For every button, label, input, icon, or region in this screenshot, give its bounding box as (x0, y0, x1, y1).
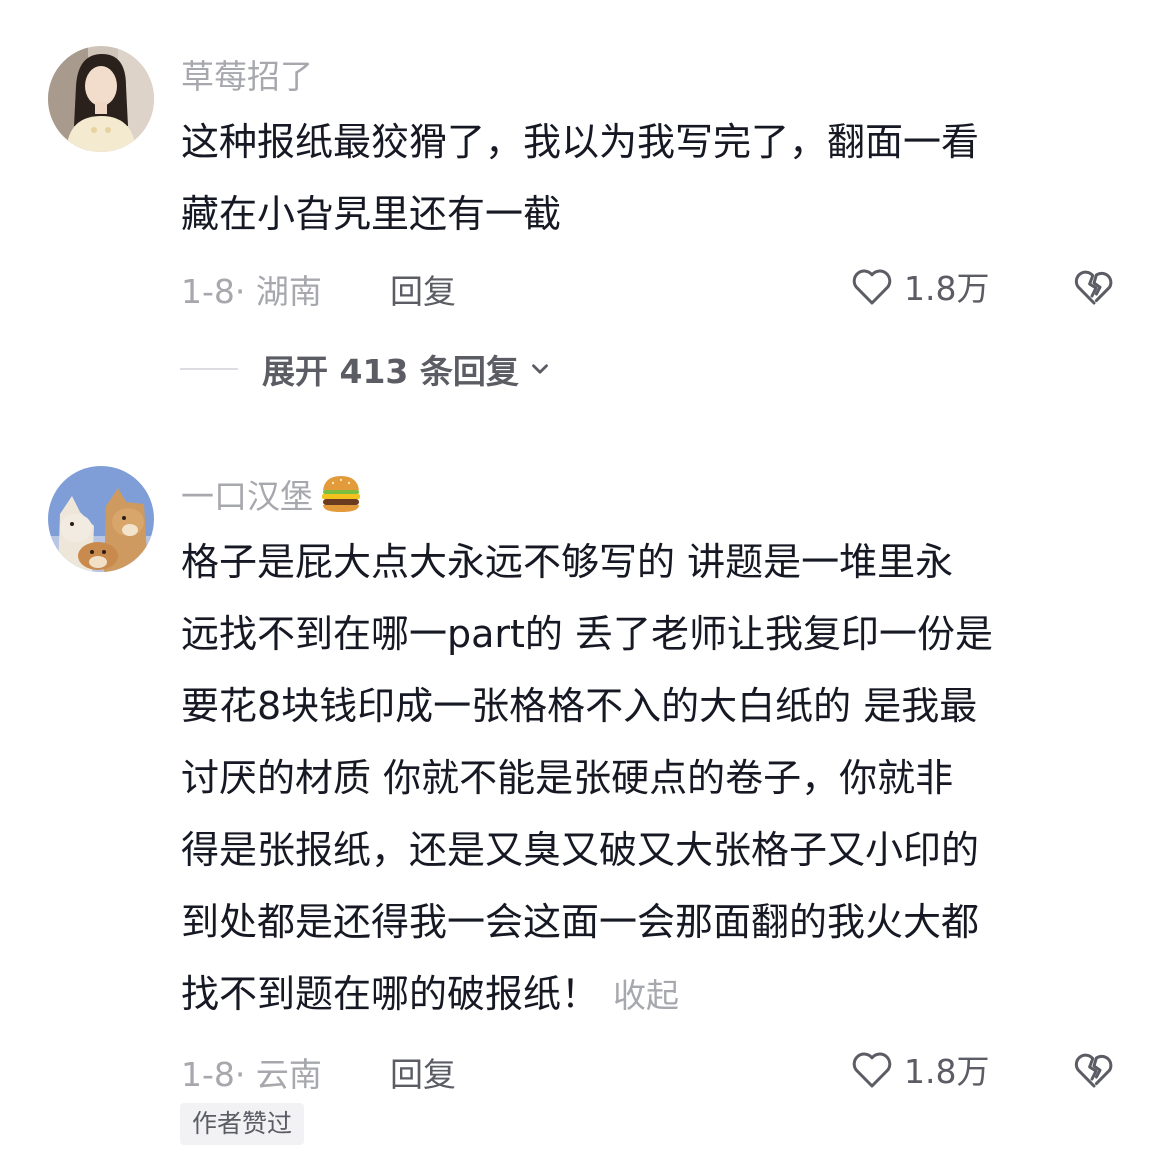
user-avatar[interactable] (48, 466, 154, 572)
chevron-down-icon (531, 364, 548, 374)
comment-text-line: 讨厌的材质 你就不能是张硬点的卷子，你就非 (181, 756, 954, 800)
heart-icon (852, 269, 892, 305)
comment-username-text: 一口汉堡 (181, 477, 313, 516)
comment-meta: 1-8· 湖南 回复 (181, 265, 456, 313)
comment-text-line-last: 找不到题在哪的破报纸！ 收起 (181, 958, 1121, 1030)
comment-date-location: 1-8· 云南 (181, 1055, 322, 1094)
user-avatar[interactable] (48, 46, 154, 152)
comment-text-line: 远找不到在哪一part的 丢了老师让我复印一份是 (181, 612, 994, 656)
expand-replies-label: 展开 413 条回复 (262, 352, 519, 391)
divider (180, 368, 238, 370)
reply-button[interactable]: 回复 (390, 265, 456, 313)
hamburger-emoji (319, 474, 363, 522)
avatar-image (48, 466, 154, 572)
comment-text-line: 这种报纸最狡猾了，我以为我写完了，翻面一看 (181, 120, 980, 164)
dislike-button[interactable] (1070, 262, 1118, 310)
heart-icon (852, 1052, 892, 1088)
broken-heart-icon (1074, 270, 1113, 305)
comment-meta: 1-8· 云南 回复 (181, 1048, 456, 1096)
like-button[interactable]: 1.8万 (848, 1045, 989, 1093)
comment-text-line: 藏在小旮旯里还有一截 (181, 192, 562, 236)
dislike-button[interactable] (1070, 1045, 1118, 1093)
comment-text: 这种报纸最狡猾了，我以为我写完了，翻面一看 藏在小旮旯里还有一截 (181, 106, 1121, 250)
avatar-image (48, 46, 154, 152)
author-liked-badge: 作者赞过 (180, 1103, 305, 1145)
broken-heart-icon (1074, 1053, 1113, 1088)
comment-text-tail: 找不到题在哪的破报纸！ (181, 972, 600, 1016)
like-button[interactable]: 1.8万 (848, 262, 989, 310)
expand-replies: 展开 413 条回复 (180, 345, 553, 393)
like-count: 1.8万 (904, 1052, 990, 1091)
collapse-button[interactable]: 收起 (613, 976, 679, 1015)
reply-button[interactable]: 回复 (390, 1048, 456, 1096)
comment-text-line: 到处都是还得我一会这面一会那面翻的我火大都 (181, 900, 980, 944)
comment-text-line: 得是张报纸，还是又臭又破又大张格子又小印的 (181, 828, 980, 872)
comment-text-line: 要花8块钱印成一张格格不入的大白纸的 是我最 (181, 684, 978, 728)
comment-text-line: 格子是屁大点大永远不够写的 讲题是一堆里永 (181, 540, 954, 584)
comment-date-location: 1-8· 湖南 (181, 272, 322, 311)
like-count: 1.8万 (904, 269, 990, 308)
comment-text: 格子是屁大点大永远不够写的 讲题是一堆里永 远找不到在哪一part的 丢了老师让… (181, 526, 1121, 1030)
comment-username[interactable]: 草莓招了 (181, 50, 313, 98)
expand-replies-button[interactable]: 展开 413 条回复 (262, 345, 553, 393)
comment-username[interactable]: 一口汉堡 (181, 470, 363, 522)
